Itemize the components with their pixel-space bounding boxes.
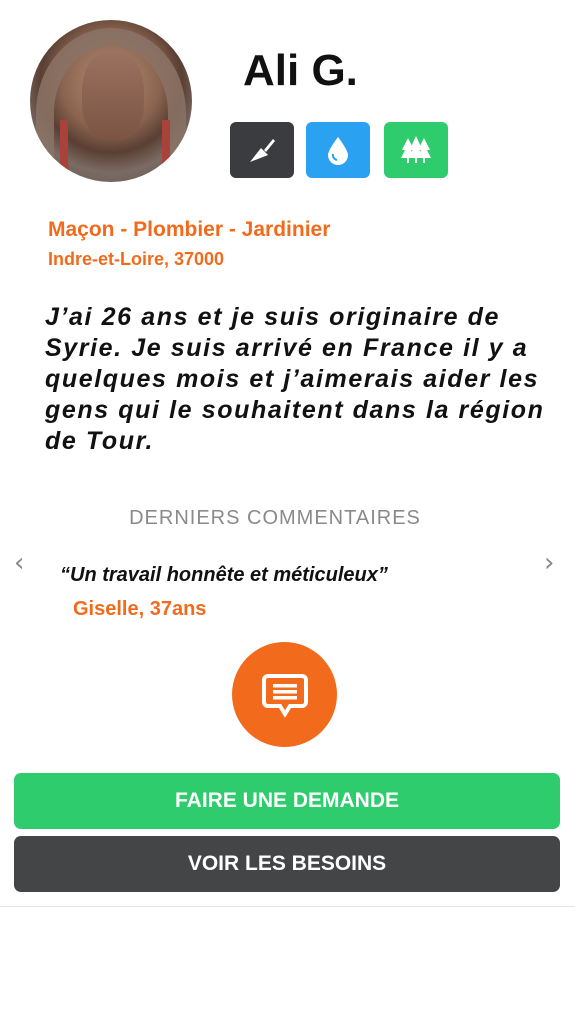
comment-quote: “Un travail honnête et méticuleux” (60, 564, 388, 586)
profile-bio: J’ai 26 ans et je suis originaire de Syr… (45, 303, 545, 455)
comments-title: DERNIERS COMMENTAIRES (129, 507, 421, 529)
water-drop-icon (328, 137, 348, 165)
skill-plumbing[interactable] (306, 122, 370, 178)
chevron-left-icon[interactable]: ‹ (14, 548, 24, 578)
profile-location: Indre-et-Loire, 37000 (48, 249, 225, 269)
trees-icon (401, 136, 431, 163)
add-comment-button[interactable] (232, 642, 337, 747)
chevron-right-icon[interactable]: › (544, 548, 554, 578)
skill-gardening[interactable] (384, 122, 448, 178)
comment-icon (261, 673, 308, 718)
skill-masonry[interactable] (230, 122, 294, 178)
view-needs-button[interactable]: VOIR LES BESOINS (14, 836, 560, 892)
divider (0, 906, 575, 907)
profile-name: Ali G. (243, 46, 358, 95)
trowel-icon (250, 139, 275, 162)
profile-trades: Maçon - Plombier - Jardinier (48, 218, 331, 241)
request-button[interactable]: FAIRE UNE DEMANDE (14, 773, 560, 829)
avatar (30, 20, 192, 182)
comment-author: Giselle, 37ans (73, 598, 207, 620)
